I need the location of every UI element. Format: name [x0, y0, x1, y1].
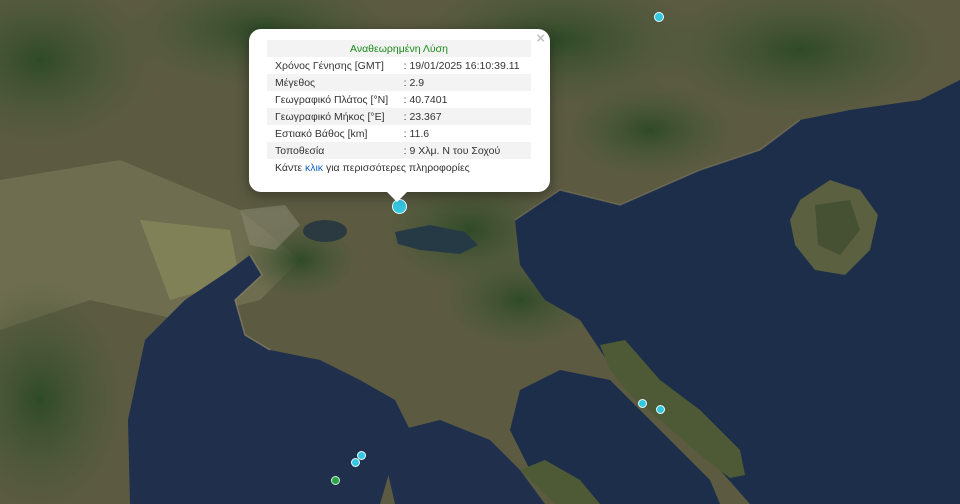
more-info-prefix: Κάντε — [275, 162, 305, 174]
table-row: Γεωγραφικό Πλάτος [°N] : 40.7401 — [267, 91, 531, 108]
earthquake-marker-gulf[interactable] — [331, 476, 340, 485]
row-value-magnitude: : 2.9 — [399, 74, 531, 91]
close-icon[interactable]: × — [536, 31, 545, 47]
row-label-location: Τοποθεσία — [267, 142, 400, 159]
more-info-link[interactable]: κλικ — [305, 162, 323, 174]
row-value-depth: : 11.6 — [403, 127, 430, 140]
row-value-origin-time: : 19/01/2025 16:10:39.11 — [403, 59, 520, 72]
table-row: Τοποθεσία : 9 Χλμ. Ν του Σοχού — [267, 142, 531, 159]
row-label-magnitude: Μέγεθος — [267, 74, 400, 91]
popup-tip — [387, 192, 407, 202]
row-label-latitude: Γεωγραφικό Πλάτος [°N] — [275, 93, 389, 106]
table-row: Μέγεθος : 2.9 — [267, 74, 531, 91]
row-label-origin-time: Χρόνος Γένησης [GMT] — [275, 59, 384, 72]
table-row: Γεωγραφικό Μήκος [°E] : 23.367 — [267, 108, 531, 125]
earthquake-info-popup: × Αναθεωρημένη Λύση Χρόνος Γένησης [GMT]… — [249, 29, 550, 202]
earthquake-marker-sithonia-2[interactable] — [656, 405, 665, 414]
table-row: Χρόνος Γένησης [GMT] : 19/01/2025 16:10:… — [267, 57, 531, 74]
earthquake-info-table: Αναθεωρημένη Λύση Χρόνος Γένησης [GMT] :… — [267, 40, 531, 159]
row-value-longitude: : 23.367 — [399, 108, 531, 125]
more-info-suffix: για περισσότερες πληροφορίες — [323, 162, 470, 174]
row-label-depth: Εστιακό Βάθος [km] — [275, 127, 368, 140]
earthquake-marker-kassandra-2[interactable] — [351, 458, 360, 467]
table-row: Εστιακό Βάθος [km] : 11.6 — [267, 125, 531, 142]
earthquake-marker-sithonia[interactable] — [638, 399, 647, 408]
satellite-map[interactable]: × Αναθεωρημένη Λύση Χρόνος Γένησης [GMT]… — [0, 0, 960, 504]
lake-koronia — [303, 220, 347, 242]
popup-title: Αναθεωρημένη Λύση — [267, 40, 531, 57]
row-value-location: : 9 Χλμ. Ν του Σοχού — [399, 142, 531, 159]
row-label-longitude: Γεωγραφικό Μήκος [°E] — [267, 108, 400, 125]
row-value-latitude: : 40.7401 — [403, 93, 448, 106]
more-info-text: Κάντε κλικ για περισσότερες πληροφορίες — [267, 162, 532, 174]
earthquake-marker-north[interactable] — [654, 12, 664, 22]
